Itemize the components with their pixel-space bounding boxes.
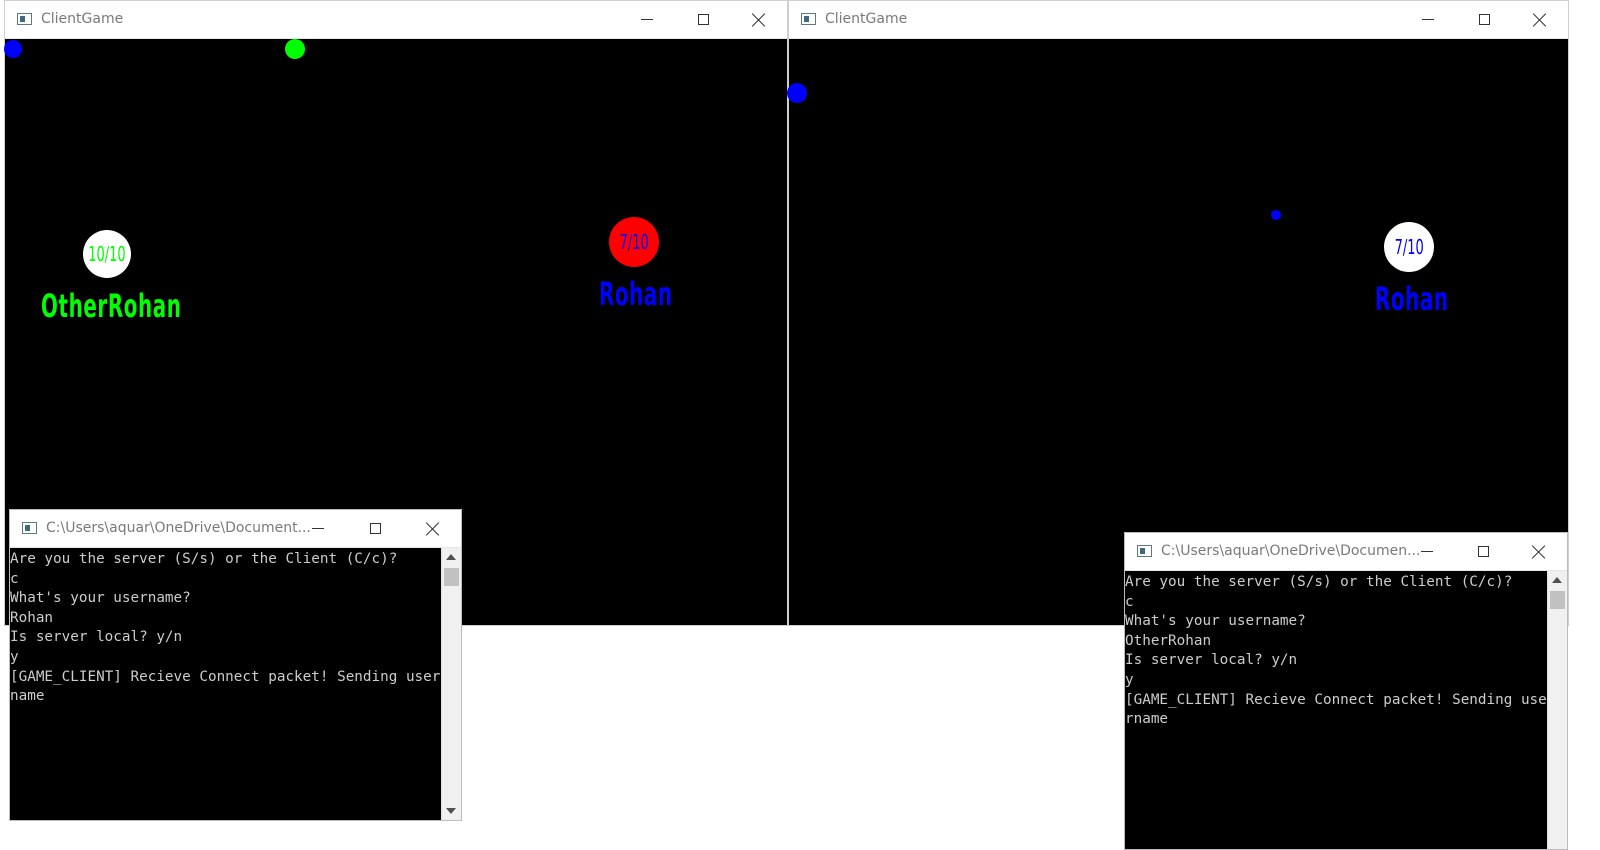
- scroll-up-icon[interactable]: [446, 554, 456, 560]
- title-bar[interactable]: ClientGame: [5, 1, 787, 39]
- console-output: Are you the server (S/s) or the Client (…: [10, 551, 441, 705]
- health-badge: 10/10: [83, 230, 131, 278]
- blue-player-dot: [787, 83, 807, 103]
- app-icon: [17, 13, 32, 25]
- maximize-button[interactable]: [347, 510, 403, 547]
- app-icon: [801, 13, 816, 25]
- close-icon: [752, 13, 766, 27]
- vertical-scrollbar[interactable]: [1547, 571, 1567, 849]
- health-badge: 7/10: [1384, 222, 1434, 272]
- blue-player-dot: [4, 40, 22, 58]
- console-body[interactable]: Are you the server (S/s) or the Client (…: [1125, 571, 1567, 849]
- title-bar[interactable]: ClientGame: [789, 1, 1568, 39]
- player-name-label: Rohan: [1375, 280, 1449, 318]
- console-window-right: C:\Users\aquar\OneDrive\Documen... Are y…: [1124, 532, 1568, 850]
- minimize-button[interactable]: [290, 510, 346, 547]
- maximize-icon: [1478, 14, 1490, 25]
- close-button[interactable]: [731, 1, 787, 38]
- maximize-icon: [369, 523, 381, 534]
- close-button[interactable]: [405, 510, 461, 547]
- app-icon: [1137, 545, 1152, 557]
- minimize-icon: [312, 528, 324, 529]
- console-output: Are you the server (S/s) or the Client (…: [1125, 574, 1547, 728]
- minimize-icon: [1421, 551, 1433, 552]
- close-icon: [1532, 545, 1546, 559]
- close-icon: [426, 522, 440, 536]
- minimize-button[interactable]: [1400, 1, 1456, 38]
- close-button[interactable]: [1512, 1, 1568, 38]
- app-icon: [22, 522, 37, 534]
- green-player-dot: [285, 39, 305, 59]
- scroll-down-icon[interactable]: [446, 808, 456, 814]
- console-body[interactable]: Are you the server (S/s) or the Client (…: [10, 548, 461, 820]
- window-title: C:\Users\aquar\OneDrive\Documen...: [1161, 543, 1421, 559]
- window-title: ClientGame: [41, 11, 124, 27]
- title-bar[interactable]: C:\Users\aquar\OneDrive\Documen...: [1125, 533, 1567, 571]
- player-name-label: Rohan: [599, 275, 673, 313]
- minimize-button[interactable]: [1399, 533, 1455, 570]
- scroll-thumb[interactable]: [1550, 591, 1565, 609]
- minimize-icon: [1422, 19, 1434, 20]
- window-title: C:\Users\aquar\OneDrive\Document...: [46, 520, 311, 536]
- health-badge: 7/10: [609, 217, 659, 267]
- window-title: ClientGame: [825, 11, 908, 27]
- scroll-up-icon[interactable]: [1552, 577, 1562, 583]
- maximize-icon: [697, 14, 709, 25]
- blue-projectile-dot: [1271, 210, 1281, 220]
- maximize-button[interactable]: [675, 1, 731, 38]
- player-name-label: OtherRohan: [41, 287, 182, 325]
- maximize-button[interactable]: [1455, 533, 1511, 570]
- title-bar[interactable]: C:\Users\aquar\OneDrive\Document...: [10, 510, 461, 548]
- minimize-button[interactable]: [619, 1, 675, 38]
- scroll-thumb[interactable]: [444, 568, 459, 586]
- console-window-left: C:\Users\aquar\OneDrive\Document... Are …: [9, 509, 462, 821]
- vertical-scrollbar[interactable]: [441, 548, 461, 820]
- minimize-icon: [641, 19, 653, 20]
- close-button[interactable]: [1511, 533, 1567, 570]
- maximize-icon: [1477, 546, 1489, 557]
- maximize-button[interactable]: [1456, 1, 1512, 38]
- close-icon: [1533, 13, 1547, 27]
